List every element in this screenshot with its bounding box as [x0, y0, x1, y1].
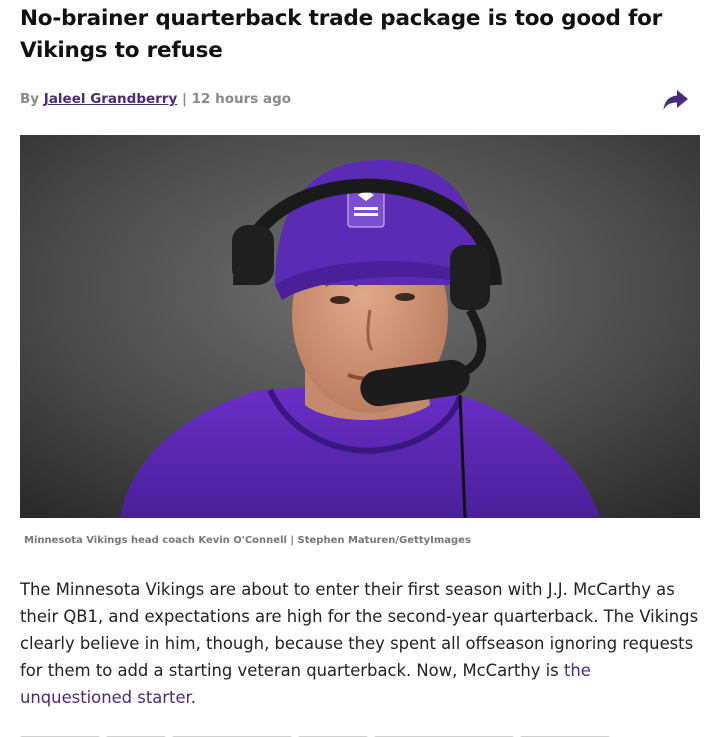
byline-separator: |	[181, 91, 187, 107]
share-arrow-icon	[663, 90, 688, 110]
next-paragraph-cutoff	[20, 728, 700, 737]
share-button[interactable]	[663, 89, 689, 111]
publish-time: 12 hours ago	[191, 91, 292, 107]
paragraph-text: The Minnesota Vikings are about to enter…	[20, 580, 699, 680]
byline: By Jaleel Grandberry | 12 hours ago	[20, 91, 291, 107]
coach-photo	[20, 135, 700, 518]
paragraph-end: .	[190, 688, 196, 707]
author-link[interactable]: Jaleel Grandberry	[44, 91, 177, 107]
article-paragraph: The Minnesota Vikings are about to enter…	[20, 576, 700, 711]
byline-prefix: By	[20, 91, 40, 107]
image-caption: Minnesota Vikings head coach Kevin O'Con…	[24, 535, 471, 546]
article-title: No-brainer quarterback trade package is …	[20, 6, 663, 63]
hero-image	[20, 135, 700, 518]
